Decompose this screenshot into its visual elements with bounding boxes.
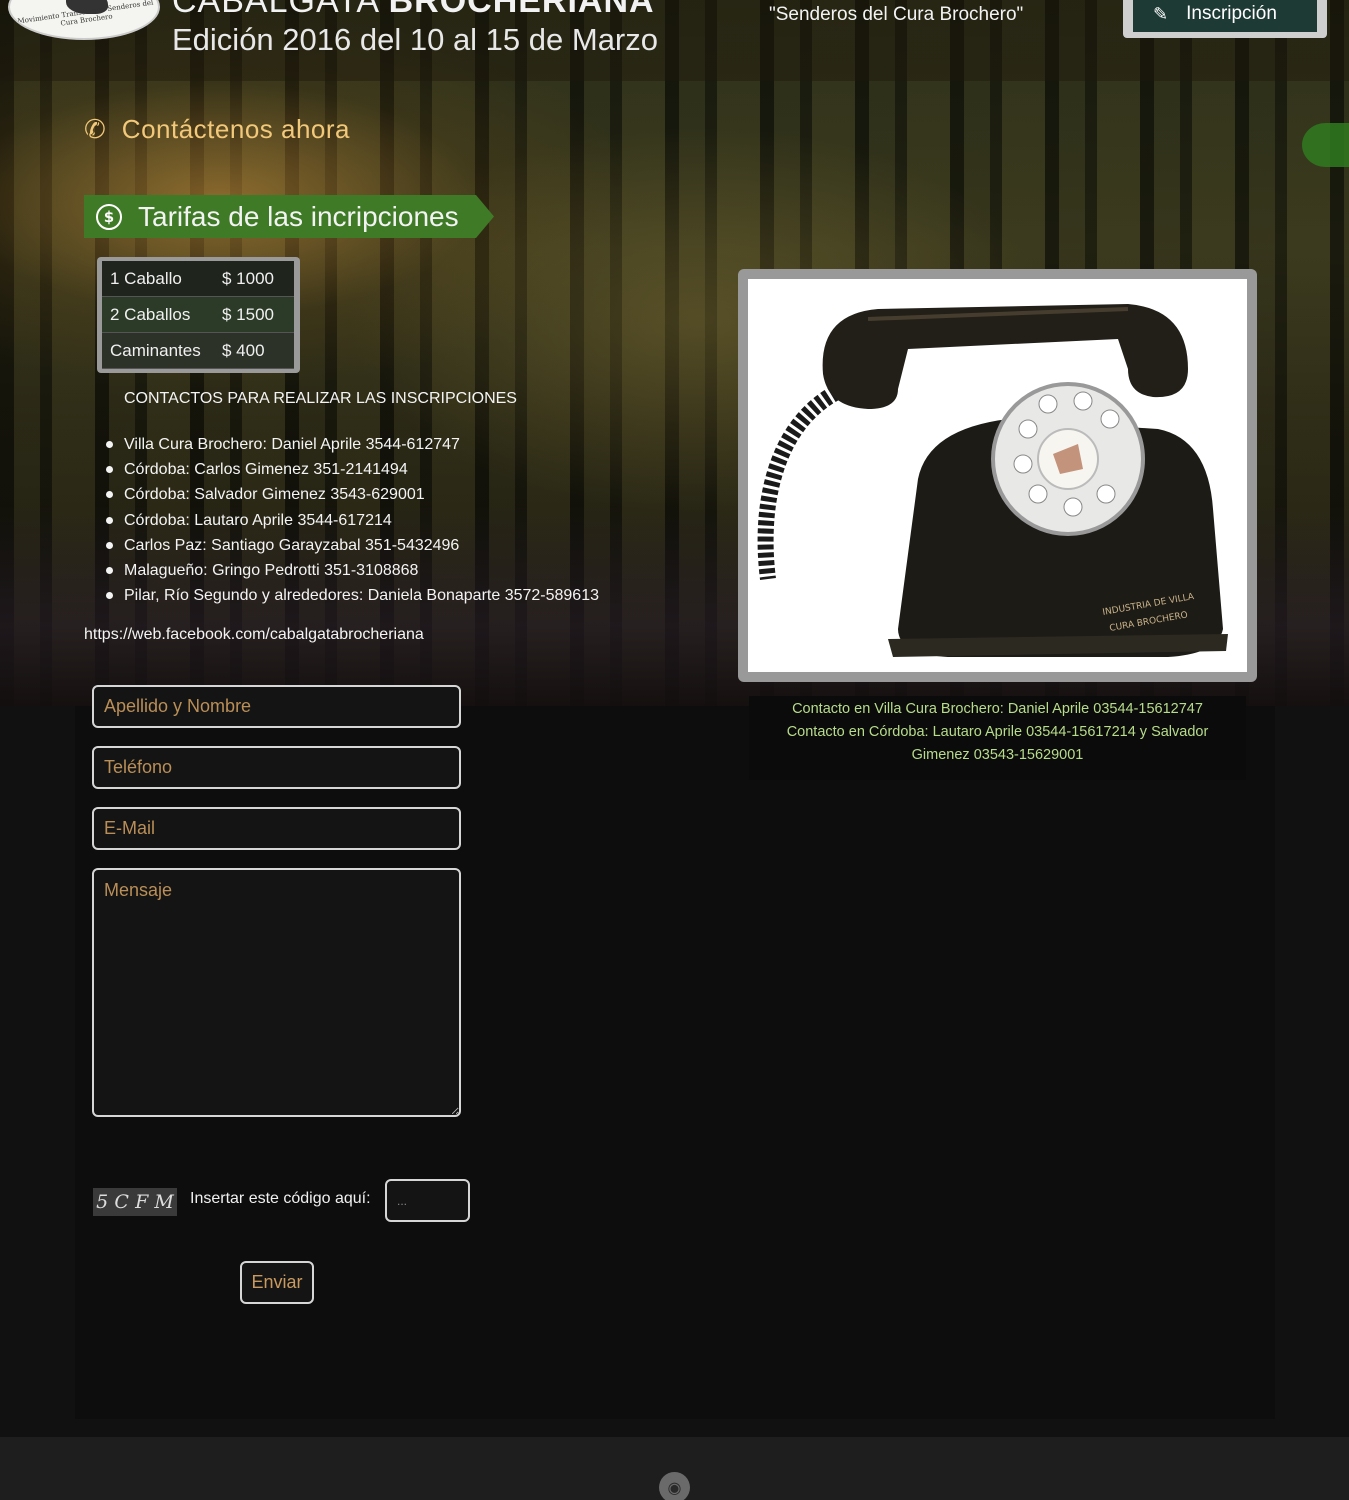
caption-line: Contacto en Córdoba: Lautaro Aprile 0354…	[786, 724, 1209, 740]
slogan: "Senderos del Cura Brochero"	[769, 4, 1024, 25]
price-row: 2 Caballos $ 1500	[102, 297, 294, 333]
contacts-heading: CONTACTOS PARA REALIZAR LAS INSCRIPCIONE…	[124, 390, 517, 407]
price-value: $ 400	[222, 340, 265, 360]
inscripcion-label: Inscripción	[1186, 3, 1277, 24]
phone-icon: ✆	[84, 114, 106, 145]
pen-icon: ✎	[1153, 3, 1169, 24]
list-item: Malagueño: Gringo Pedrotti 351-3108868	[106, 558, 599, 583]
send-button[interactable]: Enviar	[240, 1261, 314, 1304]
captcha-char: M	[154, 1191, 174, 1213]
contact-list: Villa Cura Brochero: Daniel Aprile 3544-…	[106, 432, 599, 608]
list-item: Córdoba: Carlos Gimenez 351-2141494	[106, 457, 599, 482]
caption-line: Gimenez 03543-15629001	[911, 747, 1084, 763]
captcha-char: 5	[96, 1191, 109, 1213]
price-table: 1 Caballo $ 1000 2 Caballos $ 1500 Camin…	[97, 257, 300, 373]
list-item: Villa Cura Brochero: Daniel Aprile 3544-…	[106, 432, 599, 457]
list-item: Pilar, Río Segundo y alrededores: Daniel…	[106, 583, 599, 608]
price-name: 2 Caballos	[110, 304, 191, 324]
captcha-label: Insertar este código aquí:	[190, 1190, 371, 1207]
captcha-char: F	[135, 1191, 149, 1213]
site-title-light: CABALGATA	[172, 0, 389, 20]
email-field[interactable]	[92, 807, 461, 850]
name-field[interactable]	[92, 685, 461, 728]
vintage-telephone-image: INDUSTRIA DE VILLA CURA BROCHERO	[757, 304, 1228, 657]
rss-icon[interactable]: ◉	[659, 1472, 690, 1500]
tarifas-title: Tarifas de las incripciones	[138, 200, 459, 232]
price-value: $ 1500	[222, 304, 274, 324]
caption-line: Contacto en Villa Cura Brochero: Daniel …	[792, 701, 1203, 717]
captcha-char: C	[114, 1191, 129, 1213]
list-item: Carlos Paz: Santiago Garayzabal 351-5432…	[106, 533, 599, 558]
site-title-bold: BROCHERIANA	[388, 0, 655, 20]
list-item: Córdoba: Lautaro Aprile 3544-617214	[106, 508, 599, 533]
dollar-circle-icon: $	[96, 203, 122, 230]
inscripcion-button-wrap: ✎ Inscripción	[1123, 0, 1327, 38]
price-row: Caminantes $ 400	[102, 333, 294, 369]
message-field[interactable]	[92, 868, 461, 1117]
contact-now-label: Contáctenos ahora	[121, 114, 351, 144]
price-name: 1 Caballo	[110, 268, 182, 288]
photo-caption: Contacto en Villa Cura Brochero: Daniel …	[749, 696, 1246, 780]
phone-photo-frame: INDUSTRIA DE VILLA CURA BROCHERO	[738, 269, 1257, 682]
phone-field[interactable]	[92, 746, 461, 789]
captcha-image: 5 C F M	[93, 1188, 177, 1216]
captcha-input[interactable]	[385, 1179, 470, 1222]
side-tab[interactable]	[1302, 123, 1349, 167]
phone-photo: INDUSTRIA DE VILLA CURA BROCHERO	[748, 279, 1247, 672]
price-value: $ 1000	[222, 268, 274, 288]
list-item: Córdoba: Salvador Gimenez 3543-629001	[106, 482, 599, 507]
price-row: 1 Caballo $ 1000	[102, 261, 294, 297]
tarifas-banner: $ Tarifas de las incripciones	[84, 195, 494, 238]
inscripcion-button[interactable]: ✎ Inscripción	[1133, 0, 1317, 32]
facebook-link[interactable]: https://web.facebook.com/cabalgatabroche…	[84, 626, 424, 644]
contact-now-heading: ✆ Contáctenos ahora	[84, 114, 350, 145]
site-title: CABALGATA BROCHERIANA	[172, 0, 655, 21]
site-subtitle: Edición 2016 del 10 al 15 de Marzo	[172, 22, 658, 57]
price-name: Caminantes	[110, 340, 201, 360]
